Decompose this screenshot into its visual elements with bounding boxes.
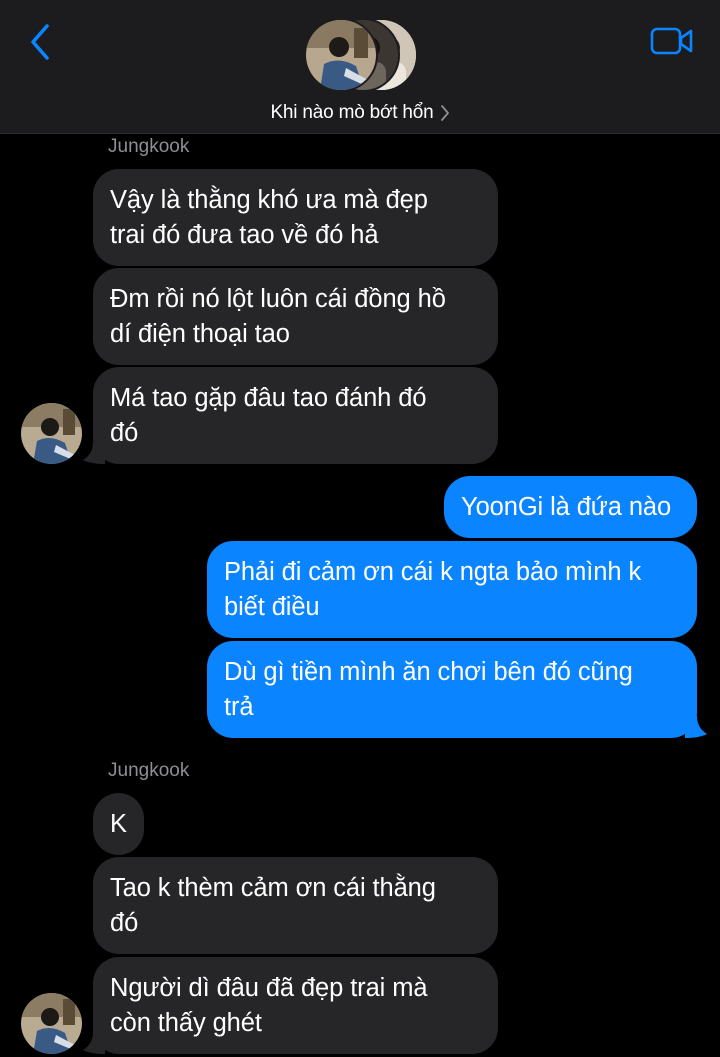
back-button[interactable] (20, 20, 60, 64)
incoming-message[interactable]: Má tao gặp đâu tao đánh đó đó (93, 367, 498, 464)
outgoing-message[interactable]: Phải đi cảm ơn cái k ngta bảo mình k biế… (207, 541, 697, 638)
incoming-message[interactable]: Tao k thèm cảm ơn cái thằng đó (93, 857, 498, 954)
avatar[interactable] (21, 993, 82, 1054)
sender-name: Jungkook (108, 760, 190, 781)
video-call-button[interactable] (644, 20, 700, 62)
incoming-message[interactable]: Đm rồi nó lột luôn cái đồng hồ dí điện t… (93, 268, 498, 365)
outgoing-message[interactable]: Dù gì tiền mình ăn chơi bên đó cũng trả (207, 641, 697, 738)
bubble-tail (685, 716, 707, 738)
bubble-tail (83, 1032, 105, 1054)
avatar[interactable] (21, 403, 82, 464)
chat-screen: Khi nào mò bớt hổn Jungkook Vậy là thằng… (0, 0, 720, 1057)
bubble-tail (83, 442, 105, 464)
incoming-message[interactable]: Vậy là thằng khó ưa mà đẹp trai đó đưa t… (93, 169, 498, 266)
chevron-left-icon (31, 24, 49, 60)
outgoing-message[interactable]: YoonGi là đứa nào (444, 476, 697, 538)
sender-name: Jungkook (108, 136, 190, 157)
incoming-message[interactable]: K (93, 793, 144, 855)
chevron-right-icon (440, 105, 449, 121)
chat-header: Khi nào mò bớt hổn (0, 0, 720, 134)
video-camera-icon (650, 27, 693, 55)
incoming-message[interactable]: Người dì đâu đã đẹp trai mà còn thấy ghé… (93, 957, 498, 1054)
group-name: Khi nào mò bớt hổn (270, 102, 434, 123)
group-avatar-stack[interactable] (304, 18, 418, 92)
group-info-button[interactable]: Khi nào mò bớt hổn (0, 98, 720, 128)
member-avatar (304, 18, 378, 92)
